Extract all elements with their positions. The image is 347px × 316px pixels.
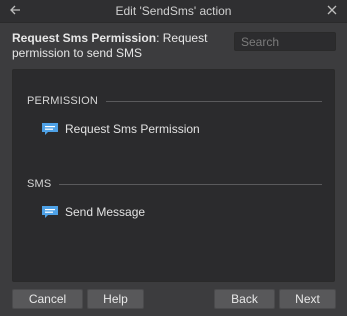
list-item-send-message[interactable]: Send Message: [41, 204, 145, 220]
search-input[interactable]: [234, 32, 336, 51]
list-item-request-sms-permission[interactable]: Request Sms Permission: [41, 121, 200, 137]
section-divider: [106, 100, 322, 102]
window-title: Edit 'SendSms' action: [115, 4, 232, 18]
section-title: SMS: [27, 178, 52, 190]
section-divider: [59, 183, 322, 185]
back-button[interactable]: Back: [214, 289, 275, 309]
action-list-panel: PERMISSION Request Sms Permission SMS Se…: [12, 69, 335, 282]
edit-action-dialog: Edit 'SendSms' action Request Sms Permis…: [0, 0, 347, 316]
section-title: PERMISSION: [27, 95, 99, 107]
close-icon[interactable]: [325, 3, 339, 17]
header-separator: :: [156, 31, 163, 45]
list-item-label: Request Sms Permission: [65, 122, 200, 136]
action-name: Request Sms Permission: [12, 31, 157, 45]
list-item-label: Send Message: [65, 205, 146, 219]
section-header-sms: SMS: [27, 177, 322, 191]
cancel-button[interactable]: Cancel: [12, 289, 83, 309]
action-header: Request Sms Permission: Request permissi…: [12, 31, 222, 61]
back-arrow-icon[interactable]: [8, 3, 22, 17]
section-header-permission: PERMISSION: [27, 94, 322, 108]
next-button[interactable]: Next: [279, 289, 336, 309]
help-button[interactable]: Help: [87, 289, 144, 309]
chat-bubble-icon: [42, 123, 58, 135]
chat-bubble-icon: [42, 206, 58, 218]
title-bar: Edit 'SendSms' action: [0, 0, 347, 23]
